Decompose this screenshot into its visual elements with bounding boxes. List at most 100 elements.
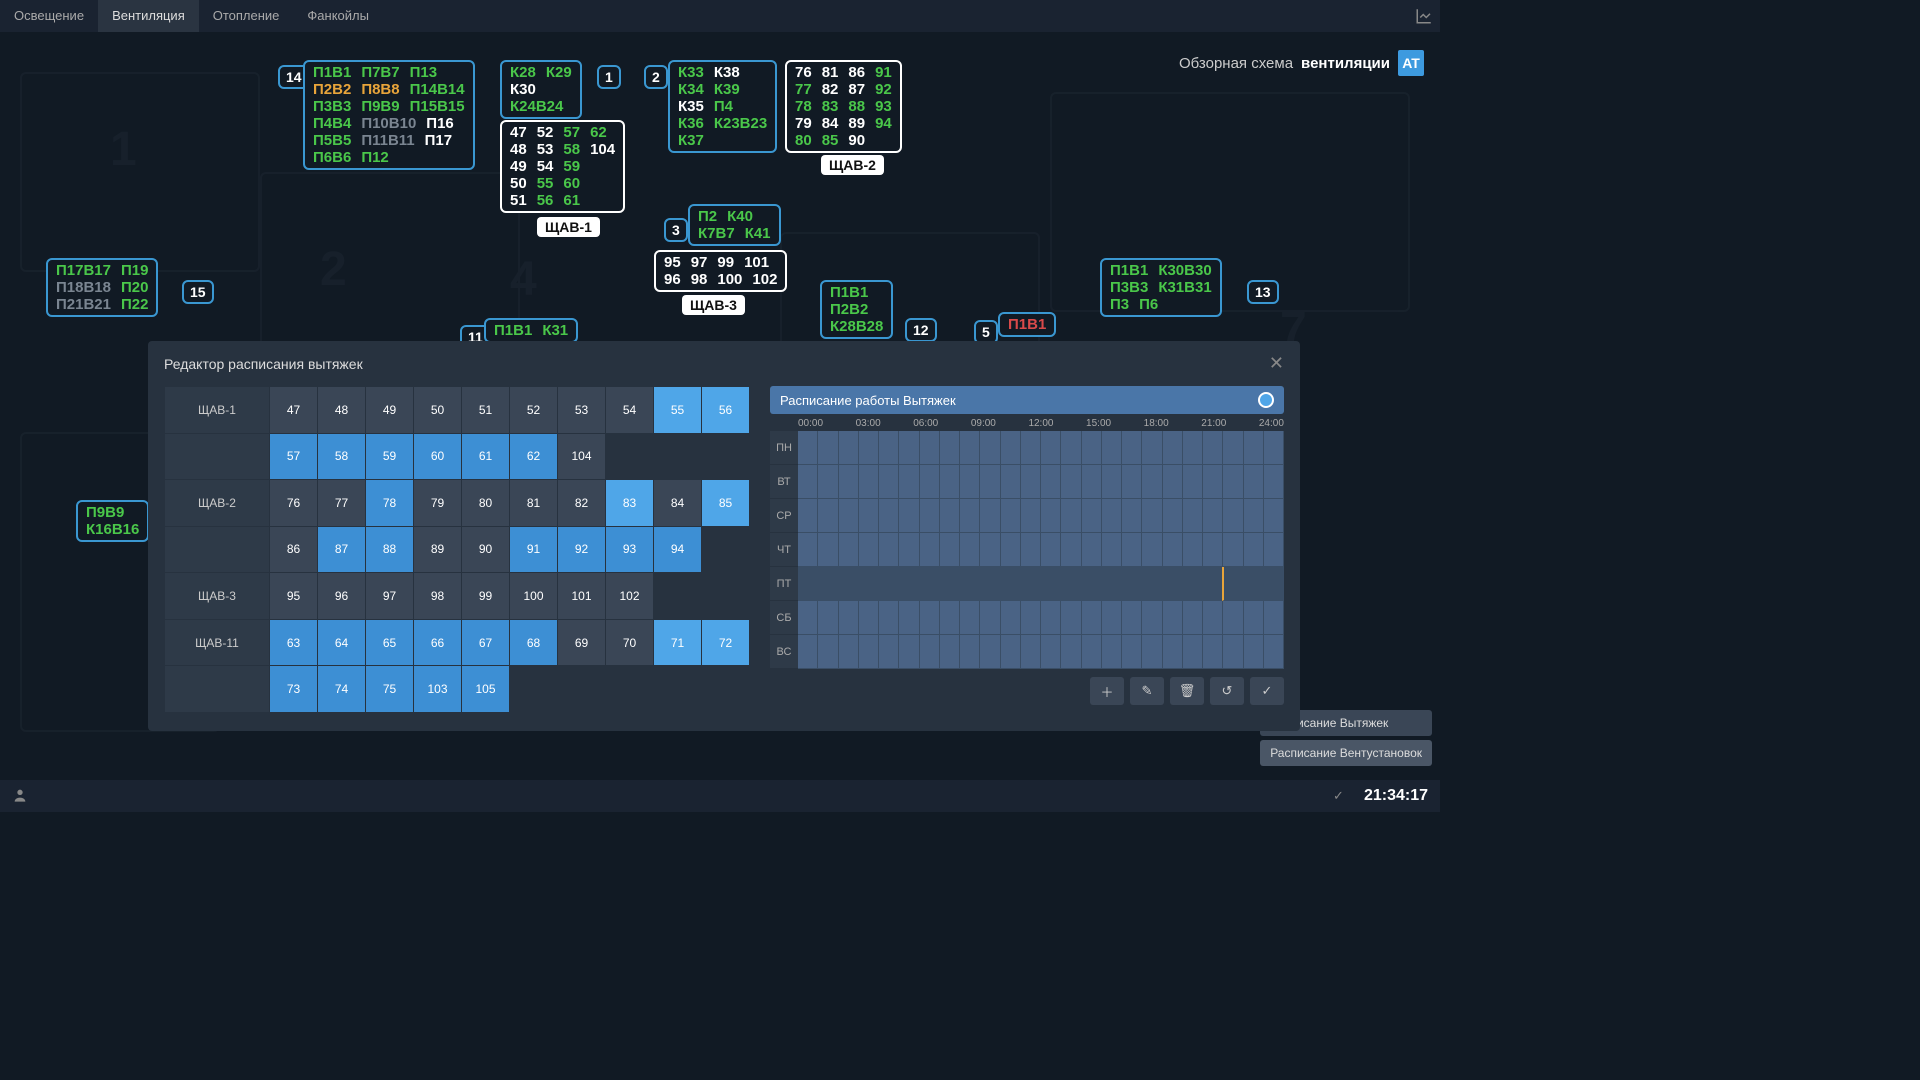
- schedule-cell[interactable]: [1122, 465, 1142, 499]
- schedule-cell[interactable]: [839, 533, 859, 567]
- schedule-cell[interactable]: [920, 601, 940, 635]
- unit-label[interactable]: К30: [510, 81, 536, 98]
- unit-label[interactable]: 79: [795, 115, 812, 132]
- grid-cell[interactable]: 93: [606, 526, 654, 573]
- grid-cell[interactable]: 53: [558, 387, 606, 434]
- zone-tag-13[interactable]: 13: [1247, 280, 1279, 304]
- unit-label[interactable]: 52: [537, 124, 554, 141]
- schedule-grid[interactable]: ПНВТСРЧТПТСБВС: [770, 431, 1284, 669]
- schedule-cell[interactable]: [940, 601, 960, 635]
- undo-icon[interactable]: ↺: [1210, 677, 1244, 705]
- schedule-cell[interactable]: [798, 499, 818, 533]
- panel-zone-extra[interactable]: П9В9К16В16: [76, 500, 149, 542]
- unit-label[interactable]: 89: [848, 115, 865, 132]
- schedule-cell[interactable]: [940, 431, 960, 465]
- nav-tab-heating[interactable]: Отопление: [199, 0, 294, 32]
- schedule-cell[interactable]: [1222, 567, 1244, 601]
- schedule-cell[interactable]: [818, 601, 838, 635]
- schedule-cell[interactable]: [1203, 499, 1223, 533]
- unit-label[interactable]: 76: [795, 64, 812, 81]
- grid-cell[interactable]: 79: [414, 480, 462, 527]
- schedule-cell[interactable]: [1244, 567, 1264, 601]
- unit-label[interactable]: П16: [426, 115, 453, 132]
- schedule-cell[interactable]: [1264, 499, 1284, 533]
- schedule-cell[interactable]: [818, 635, 838, 669]
- grid-cell[interactable]: 69: [558, 619, 606, 666]
- schedule-cell[interactable]: [1223, 465, 1243, 499]
- grid-cell[interactable]: 54: [606, 387, 654, 434]
- schedule-cell[interactable]: [980, 431, 1000, 465]
- schedule-cell[interactable]: [920, 431, 940, 465]
- schedule-cell[interactable]: [859, 533, 879, 567]
- schedule-cell[interactable]: [1141, 567, 1161, 601]
- schedule-cell[interactable]: [859, 635, 879, 669]
- schedule-cell[interactable]: [1061, 499, 1081, 533]
- unit-label[interactable]: П3В3: [313, 98, 351, 115]
- unit-label[interactable]: 49: [510, 158, 527, 175]
- schedule-cell[interactable]: [859, 499, 879, 533]
- schedule-cell[interactable]: [879, 533, 899, 567]
- unit-label[interactable]: 104: [590, 141, 615, 158]
- grid-cell[interactable]: 103: [414, 666, 462, 713]
- schedule-cell[interactable]: [879, 635, 899, 669]
- schedule-cell[interactable]: [839, 635, 859, 669]
- unit-label[interactable]: 57: [563, 124, 580, 141]
- schedule-cell[interactable]: [1102, 533, 1122, 567]
- grid-cell[interactable]: 85: [702, 480, 750, 527]
- schedule-cell[interactable]: [1102, 499, 1122, 533]
- schedule-cell[interactable]: [1183, 431, 1203, 465]
- grid-cell[interactable]: 95: [270, 573, 318, 620]
- schedule-cell[interactable]: [1061, 533, 1081, 567]
- schedule-cell[interactable]: [1041, 533, 1061, 567]
- schedule-cell[interactable]: [1163, 601, 1183, 635]
- schedule-cell[interactable]: [1082, 533, 1102, 567]
- schedule-cell[interactable]: [798, 465, 818, 499]
- schedule-cell[interactable]: [798, 601, 818, 635]
- schedule-cell[interactable]: [1203, 635, 1223, 669]
- schedule-cell[interactable]: [859, 431, 879, 465]
- schedule-cell[interactable]: [1163, 465, 1183, 499]
- schedule-cell[interactable]: [1264, 601, 1284, 635]
- unit-label[interactable]: 81: [822, 64, 839, 81]
- unit-label[interactable]: 99: [717, 254, 734, 271]
- schedule-cell[interactable]: [1264, 431, 1284, 465]
- schedule-cell[interactable]: [1060, 567, 1080, 601]
- zone-tag-3[interactable]: 3: [664, 218, 688, 242]
- grid-cell[interactable]: 71: [654, 619, 702, 666]
- add-icon[interactable]: ＋: [1090, 677, 1124, 705]
- grid-cell[interactable]: 63: [270, 619, 318, 666]
- schedule-cell[interactable]: [1102, 601, 1122, 635]
- schedule-cell[interactable]: [1244, 499, 1264, 533]
- grid-cell[interactable]: 72: [702, 619, 750, 666]
- unit-label[interactable]: П17В17: [56, 262, 111, 279]
- unit-label[interactable]: 95: [664, 254, 681, 271]
- schedule-cell[interactable]: [1041, 465, 1061, 499]
- grid-cell[interactable]: 89: [414, 526, 462, 573]
- unit-label[interactable]: 51: [510, 192, 527, 209]
- unit-label[interactable]: П4В4: [313, 115, 351, 132]
- nav-tab-lighting[interactable]: Освещение: [0, 0, 98, 32]
- unit-label[interactable]: 77: [795, 81, 812, 98]
- unit-label[interactable]: П18В18: [56, 279, 111, 296]
- schedule-cell[interactable]: [899, 567, 919, 601]
- schedule-cell[interactable]: [919, 567, 939, 601]
- panel-zone-11[interactable]: П1В1К31: [484, 318, 578, 343]
- schedule-cell[interactable]: [818, 533, 838, 567]
- schedule-cell[interactable]: [1001, 465, 1021, 499]
- unit-label[interactable]: 83: [822, 98, 839, 115]
- schedule-cell[interactable]: [980, 465, 1000, 499]
- schedule-cell[interactable]: [1223, 499, 1243, 533]
- schedule-cell[interactable]: [839, 431, 859, 465]
- schedule-cell[interactable]: [1121, 567, 1141, 601]
- schedule-cell[interactable]: [1203, 465, 1223, 499]
- schedule-cell[interactable]: [1001, 533, 1021, 567]
- unit-label[interactable]: П6: [1139, 296, 1158, 313]
- unit-label[interactable]: П21В21: [56, 296, 111, 313]
- grid-cell[interactable]: 105: [462, 666, 510, 713]
- schedule-cell[interactable]: [1183, 465, 1203, 499]
- schedule-cell[interactable]: [960, 533, 980, 567]
- grid-cell[interactable]: 90: [462, 526, 510, 573]
- schedule-cell[interactable]: [798, 635, 818, 669]
- unit-label[interactable]: П1В1: [313, 64, 351, 81]
- schedule-cell[interactable]: [980, 567, 1000, 601]
